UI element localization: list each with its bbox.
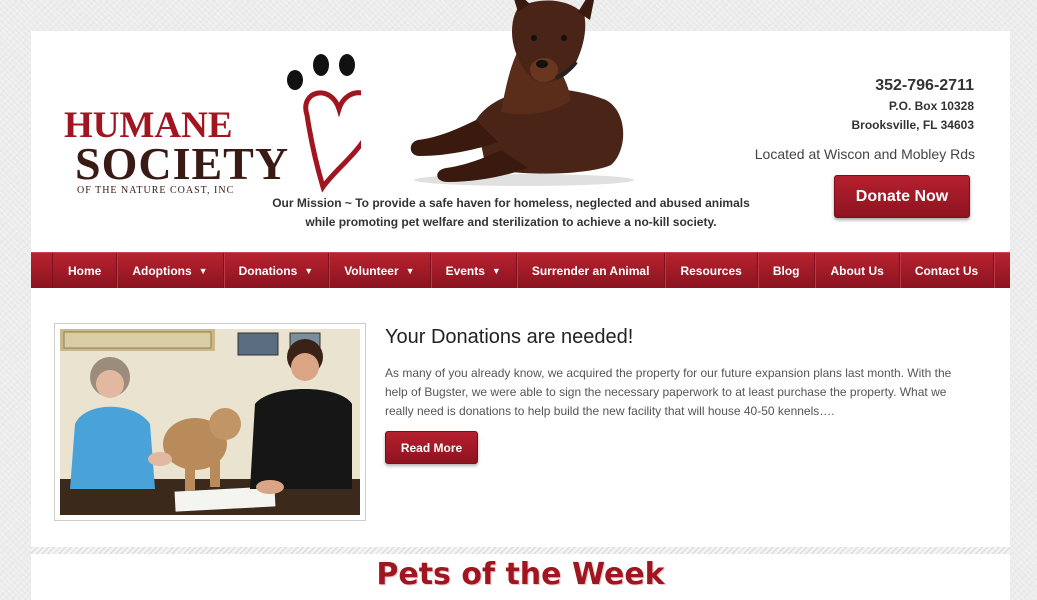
nav-item-adoptions[interactable]: Adoptions ▼ [117,253,224,288]
pets-of-the-week-heading: Pets of the Week [376,557,665,592]
article-title[interactable]: Your Donations are needed! [385,324,975,350]
nav-item-about-us[interactable]: About Us [815,253,900,288]
doberman-image [410,0,634,186]
mission-line-2: while promoting pet welfare and steriliz… [305,215,717,229]
logo-subtitle: OF THE NATURE COAST, INC [77,185,235,196]
nav-item-blog[interactable]: Blog [758,253,816,288]
po-box: P.O. Box 10328 [888,99,974,113]
contact-info: 352-796-2711 P.O. Box 10328 Brooksville,… [851,75,974,135]
nav-label: Blog [772,263,800,278]
nav-label: Contact Us [914,263,979,278]
city-state-zip: Brooksville, FL 34603 [851,118,974,132]
nav-item-volunteer[interactable]: Volunteer ▼ [329,253,431,288]
volunteers-with-dog-image [60,329,360,515]
mission-statement: Our Mission ~ To provide a safe haven fo… [261,194,761,232]
nav-item-home[interactable]: Home [52,253,118,288]
nav-item-resources[interactable]: Resources [665,253,758,288]
phone-number[interactable]: 352-796-2711 [851,75,974,97]
logo[interactable]: HUMANE SOCIETY OF THE NATURE COAST, INC [61,49,361,199]
mission-line-1: Our Mission ~ To provide a safe haven fo… [272,196,750,210]
nav-label: Adoptions [132,263,192,278]
main-nav: Home Adoptions ▼ Donations ▼ Volunteer ▼… [31,252,1010,288]
nav-label: Home [68,263,102,278]
featured-photo[interactable] [60,329,360,515]
nav-label: Events [445,263,485,278]
article: Your Donations are needed! As many of yo… [385,324,975,421]
donate-now-button[interactable]: Donate Now [834,175,970,218]
logo-word-society: SOCIETY [75,138,290,189]
nav-item-contact-us[interactable]: Contact Us [900,253,995,288]
nav-label: Donations [238,263,298,278]
chevron-down-icon: ▼ [405,265,415,276]
nav-label: Surrender an Animal [531,263,650,278]
nav-item-donations[interactable]: Donations ▼ [224,253,330,288]
nav-label: Volunteer [344,263,399,278]
featured-photo-frame [54,323,366,521]
nav-item-events[interactable]: Events ▼ [431,253,517,288]
read-more-button[interactable]: Read More [385,431,478,464]
section-divider [31,547,1010,554]
article-excerpt: As many of you already know, we acquired… [385,366,952,418]
location-text: Located at Wiscon and Mobley Rds [754,146,975,162]
chevron-down-icon: ▼ [198,265,208,276]
page: HUMANE SOCIETY OF THE NATURE COAST, INC … [31,0,1010,600]
chevron-down-icon: ▼ [491,265,501,276]
chevron-down-icon: ▼ [304,265,314,276]
nav-label: About Us [830,263,884,278]
nav-label: Resources [680,263,742,278]
nav-item-surrender[interactable]: Surrender an Animal [517,253,666,288]
